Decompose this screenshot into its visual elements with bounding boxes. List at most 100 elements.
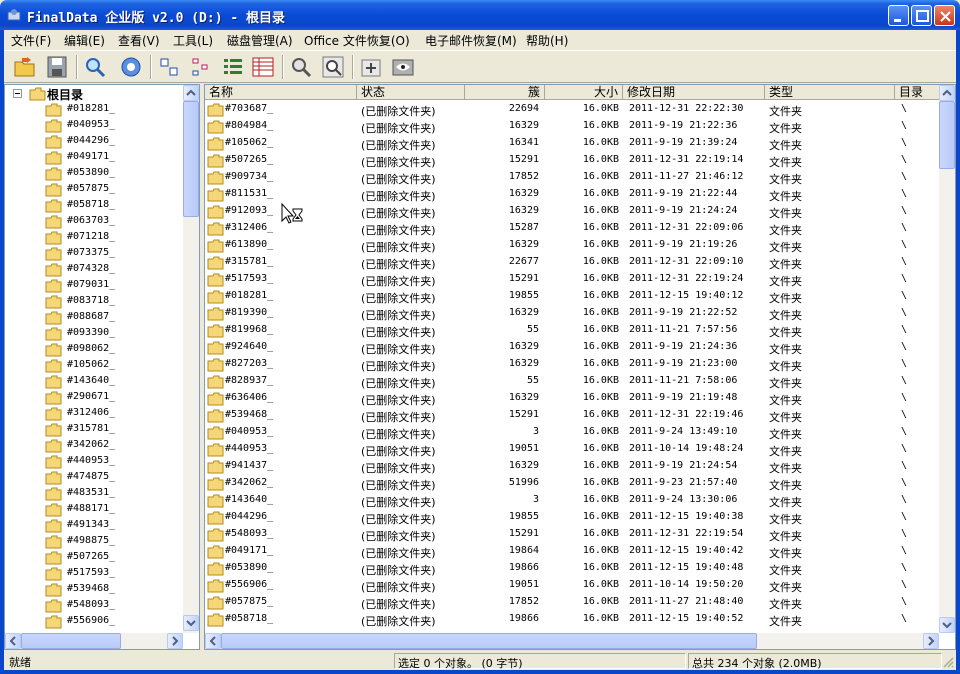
column-header-modified[interactable]: 修改日期 [623, 85, 765, 100]
cell-dir: \ [901, 137, 908, 148]
file-row[interactable]: #703687_ (已删除文件夹) 22694 16.0KB 2011-12-31 22… [205, 101, 941, 118]
scroll-down-button[interactable] [939, 617, 955, 633]
file-row[interactable]: #342062_ (已删除文件夹) 51996 16.0KB 2011-9-23 21:… [205, 475, 941, 492]
file-row[interactable]: #507265_ (已删除文件夹) 15291 16.0KB 2011-12-31 22… [205, 152, 941, 169]
file-row[interactable]: #105062_ (已删除文件夹) 16341 16.0KB 2011-9-19 21:… [205, 135, 941, 152]
cell-type: 文件夹 [769, 462, 802, 475]
folder-tree-pane[interactable]: 根目录 #018281_ #040953_ #044296_ #049171_ #053… [4, 84, 200, 650]
file-row[interactable]: #912093_ (已删除文件夹) 16329 16.0KB 2011-9-19 21:… [205, 203, 941, 220]
cell-status: (已删除文件夹) [361, 224, 436, 237]
scroll-right-button[interactable] [167, 633, 183, 649]
menu-edit[interactable]: 编辑(E) [64, 32, 105, 49]
file-row[interactable]: #312406_ (已删除文件夹) 15287 16.0KB 2011-12-31 22… [205, 220, 941, 237]
scroll-thumb[interactable] [183, 101, 199, 217]
menu-file[interactable]: 文件(F) [11, 32, 51, 49]
cell-cluster: 15287 [508, 222, 539, 233]
scroll-thumb[interactable] [221, 633, 757, 649]
file-row[interactable]: #924640_ (已删除文件夹) 16329 16.0KB 2011-9-19 21:… [205, 339, 941, 356]
scroll-up-button[interactable] [939, 85, 955, 101]
column-header-size[interactable]: 大小 [545, 85, 623, 100]
folder-icon [45, 375, 62, 389]
search-button[interactable] [82, 54, 108, 80]
file-row[interactable]: #819968_ (已删除文件夹) 55 16.0KB 2011-11-21 7:57:… [205, 322, 941, 339]
cell-modified: 2011-10-14 19:48:24 [629, 443, 744, 454]
file-row[interactable]: #819390_ (已删除文件夹) 16329 16.0KB 2011-9-19 21:… [205, 305, 941, 322]
file-row[interactable]: #057875_ (已删除文件夹) 17852 16.0KB 2011-11-27 21… [205, 594, 941, 611]
file-row[interactable]: #517593_ (已删除文件夹) 15291 16.0KB 2011-12-31 22… [205, 271, 941, 288]
file-row[interactable]: #044296_ (已删除文件夹) 19855 16.0KB 2011-12-15 19… [205, 509, 941, 526]
cell-status: (已删除文件夹) [361, 105, 436, 118]
large-icons-button[interactable] [156, 54, 182, 80]
save-button[interactable] [44, 54, 70, 80]
scroll-thumb[interactable] [21, 633, 121, 649]
details-view-button[interactable] [250, 54, 276, 80]
file-row[interactable]: #828937_ (已删除文件夹) 55 16.0KB 2011-11-21 7:58:… [205, 373, 941, 390]
maximize-button[interactable] [911, 5, 932, 26]
file-row[interactable]: #058718_ (已删除文件夹) 19866 16.0KB 2011-12-15 19… [205, 611, 941, 628]
add-button[interactable] [358, 54, 384, 80]
menu-disk[interactable]: 磁盘管理(A) [227, 32, 293, 49]
collapse-icon[interactable] [13, 89, 22, 98]
file-row[interactable]: #548093_ (已删除文件夹) 15291 16.0KB 2011-12-31 22… [205, 526, 941, 543]
settings-button[interactable] [118, 54, 144, 80]
file-list[interactable]: #703687_ (已删除文件夹) 22694 16.0KB 2011-12-31 22… [205, 101, 941, 635]
file-row[interactable]: #613890_ (已删除文件夹) 16329 16.0KB 2011-9-19 21:… [205, 237, 941, 254]
column-header-dir[interactable]: 目录 [895, 85, 941, 100]
column-header-type[interactable]: 类型 [765, 85, 895, 100]
open-button[interactable] [12, 54, 38, 80]
menu-view[interactable]: 查看(V) [118, 32, 160, 49]
folder-icon [45, 327, 62, 341]
menu-help[interactable]: 帮助(H) [526, 32, 568, 49]
resize-grip-icon[interactable] [942, 656, 954, 668]
file-row[interactable]: #315781_ (已删除文件夹) 22677 16.0KB 2011-12-31 22… [205, 254, 941, 271]
file-row[interactable]: #636406_ (已删除文件夹) 16329 16.0KB 2011-9-19 21:… [205, 390, 941, 407]
title-bar[interactable]: FinalData 企业版 v2.0 (D:) - 根目录 [0, 0, 960, 30]
column-header-cluster[interactable]: 簇 [465, 85, 545, 100]
tree-horizontal-scrollbar[interactable] [5, 633, 183, 649]
cell-size: 16.0KB [582, 579, 619, 590]
file-row[interactable]: #143640_ (已删除文件夹) 3 16.0KB 2011-9-24 13:30:0… [205, 492, 941, 509]
folder-tree[interactable]: 根目录 #018281_ #040953_ #044296_ #049171_ #053… [5, 85, 183, 633]
scroll-right-button[interactable] [923, 633, 939, 649]
list-horizontal-scrollbar[interactable] [205, 633, 939, 649]
column-header-name[interactable]: 名称 [205, 85, 357, 100]
file-row[interactable]: #827203_ (已删除文件夹) 16329 16.0KB 2011-9-19 21:… [205, 356, 941, 373]
file-row[interactable]: #909734_ (已删除文件夹) 17852 16.0KB 2011-11-27 21… [205, 169, 941, 186]
file-row[interactable]: #049171_ (已删除文件夹) 19864 16.0KB 2011-12-15 19… [205, 543, 941, 560]
tree-item-label: #040953_ [67, 119, 116, 130]
tree-vertical-scrollbar[interactable] [183, 85, 199, 633]
file-row[interactable]: #440953_ (已删除文件夹) 19051 16.0KB 2011-10-14 19… [205, 441, 941, 458]
scroll-left-button[interactable] [205, 633, 221, 649]
column-header-status[interactable]: 状态 [357, 85, 465, 100]
menu-office-recovery[interactable]: Office 文件恢复(O) [304, 32, 410, 49]
status-ready: 就绪 [9, 656, 31, 669]
file-row[interactable]: #804984_ (已删除文件夹) 16329 16.0KB 2011-9-19 21:… [205, 118, 941, 135]
menu-email-recovery[interactable]: 电子邮件恢复(M) [425, 32, 517, 49]
file-row[interactable]: #941437_ (已删除文件夹) 16329 16.0KB 2011-9-19 21:… [205, 458, 941, 475]
scroll-down-button[interactable] [183, 615, 199, 631]
cell-size: 16.0KB [582, 256, 619, 267]
cell-name: #018281_ [225, 290, 274, 301]
scroll-thumb[interactable] [939, 101, 955, 169]
file-list-pane[interactable]: 名称 状态 簇 大小 修改日期 类型 目录 #703687_ (已删除文件夹) 22… [204, 84, 956, 650]
minimize-button[interactable] [888, 5, 909, 26]
file-row[interactable]: #040953_ (已删除文件夹) 3 16.0KB 2011-9-24 13:49:1… [205, 424, 941, 441]
cell-type: 文件夹 [769, 428, 802, 441]
file-row[interactable]: #539468_ (已删除文件夹) 15291 16.0KB 2011-12-31 22… [205, 407, 941, 424]
find-all-button[interactable] [320, 54, 346, 80]
scroll-left-button[interactable] [5, 633, 21, 649]
file-row[interactable]: #053890_ (已删除文件夹) 19866 16.0KB 2011-12-15 19… [205, 560, 941, 577]
folder-icon [207, 528, 224, 542]
file-row[interactable]: #811531_ (已删除文件夹) 16329 16.0KB 2011-9-19 21:… [205, 186, 941, 203]
close-button[interactable] [934, 5, 955, 26]
cell-dir: \ [901, 358, 908, 369]
file-row[interactable]: #556906_ (已删除文件夹) 19051 16.0KB 2011-10-14 19… [205, 577, 941, 594]
small-icons-button[interactable] [188, 54, 214, 80]
list-vertical-scrollbar[interactable] [939, 85, 955, 633]
scroll-up-button[interactable] [183, 85, 199, 101]
menu-tools[interactable]: 工具(L) [173, 32, 213, 49]
file-row[interactable]: #018281_ (已删除文件夹) 19855 16.0KB 2011-12-15 19… [205, 288, 941, 305]
list-view-button[interactable] [220, 54, 246, 80]
preview-button[interactable] [390, 54, 416, 80]
find-button[interactable] [288, 54, 314, 80]
